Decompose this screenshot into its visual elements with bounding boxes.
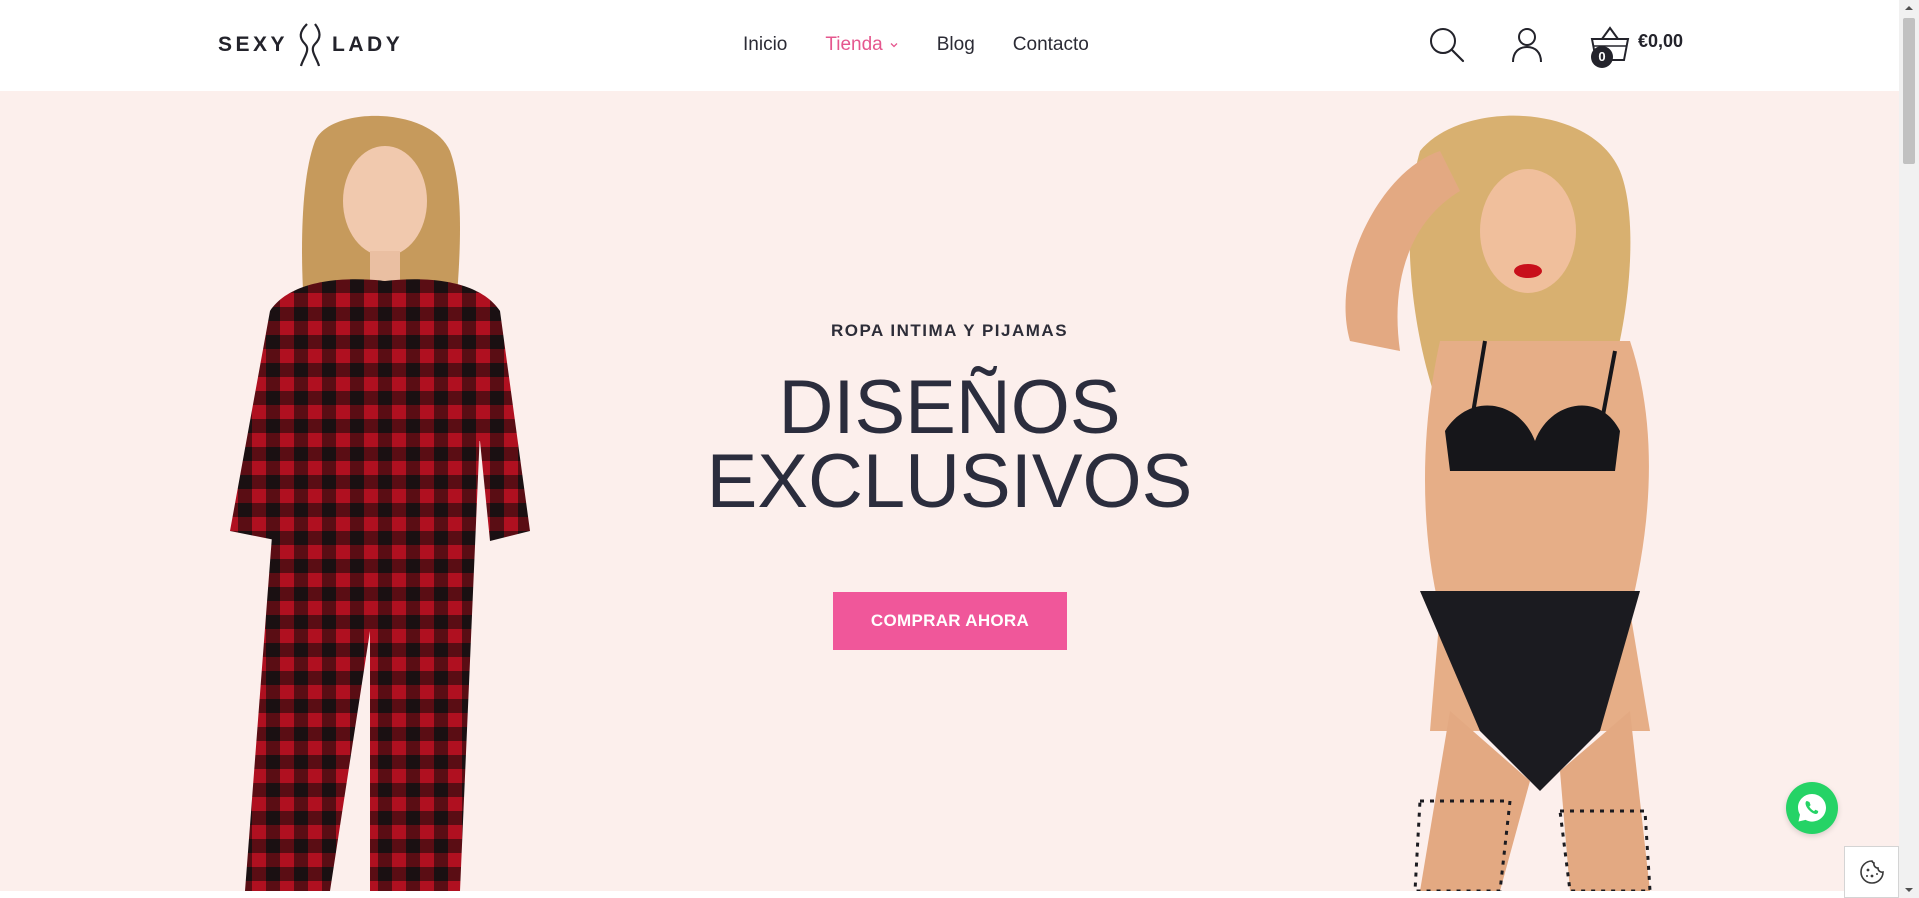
logo[interactable]: SEXY LADY: [218, 22, 403, 68]
hero-headline-line1: DISEÑOS: [778, 365, 1121, 450]
shop-now-button[interactable]: COMPRAR AHORA: [833, 592, 1067, 650]
cart-count-badge: 0: [1591, 46, 1613, 68]
chevron-down-icon: [890, 43, 898, 48]
nav-item-tienda[interactable]: Tienda: [825, 34, 898, 56]
nav-item-tienda-label: Tienda: [825, 34, 883, 55]
nav-item-inicio[interactable]: Inicio: [743, 34, 787, 56]
hero-eyebrow: ROPA INTIMA Y PIJAMAS: [830, 321, 1069, 340]
scroll-down-icon[interactable]: [1904, 886, 1914, 894]
main-nav: Inicio Tienda Blog Contacto: [743, 34, 1127, 56]
hero-banner: ROPA INTIMA Y PIJAMAS DISEÑOS EXCLUSIVOS…: [0, 91, 1899, 891]
cart-button[interactable]: 0: [1588, 24, 1632, 68]
site-header: SEXY LADY Inicio Tienda Blog Contacto 0 …: [0, 0, 1899, 91]
nav-item-contacto[interactable]: Contacto: [1013, 34, 1089, 56]
whatsapp-icon: [1798, 794, 1826, 822]
scrollbar-thumb[interactable]: [1903, 18, 1915, 164]
scroll-up-icon[interactable]: [1904, 4, 1914, 12]
cookie-settings-button[interactable]: [1844, 846, 1899, 898]
page-scrollbar[interactable]: [1899, 0, 1919, 898]
user-icon[interactable]: [1508, 26, 1546, 64]
logo-mark-icon: [299, 23, 321, 67]
logo-word-right: LADY: [332, 33, 404, 56]
logo-word-left: SEXY: [218, 33, 289, 56]
hero-headline-line2: EXCLUSIVOS: [706, 439, 1193, 524]
whatsapp-button[interactable]: [1786, 782, 1838, 834]
cart-total[interactable]: €0,00: [1638, 31, 1683, 52]
hero-headline: DISEÑOS EXCLUSIVOS: [0, 370, 1899, 520]
nav-item-blog[interactable]: Blog: [937, 34, 975, 56]
cookie-icon: [1859, 860, 1884, 884]
search-icon[interactable]: [1428, 26, 1466, 64]
